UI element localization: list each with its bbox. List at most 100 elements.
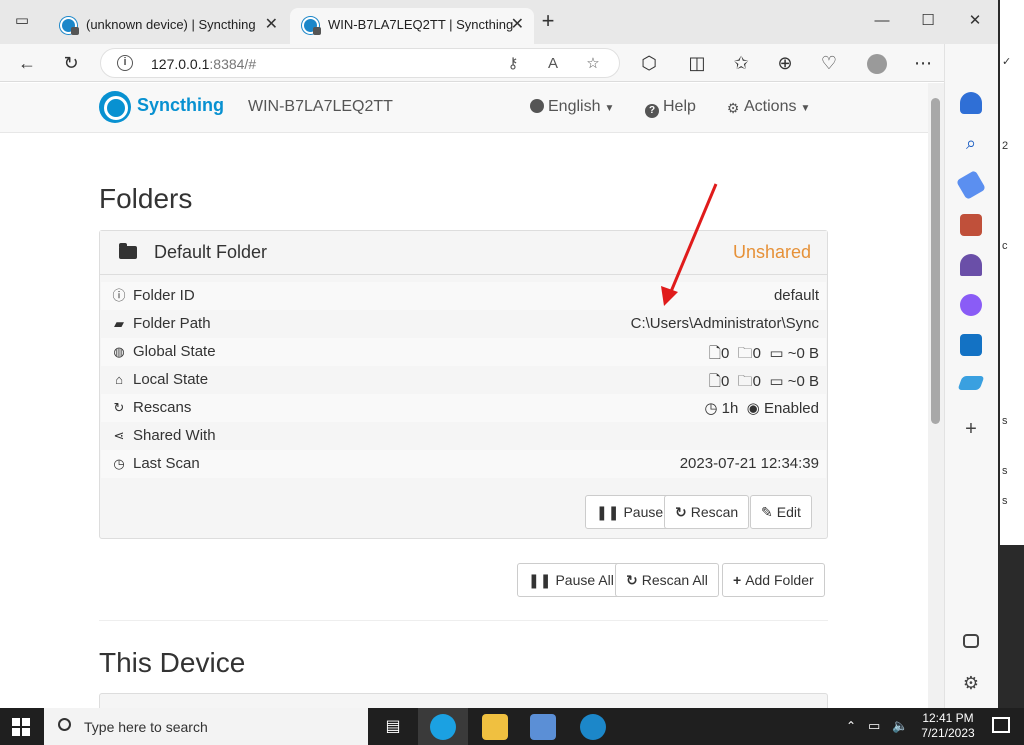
syncthing-favicon-icon — [302, 17, 321, 35]
split-screen-icon[interactable]: ◫ — [684, 50, 710, 76]
add-icon[interactable]: + — [960, 418, 982, 440]
browser-essentials-icon[interactable]: ♡ — [816, 50, 842, 76]
more-menu-icon[interactable]: ⋯ — [910, 50, 936, 76]
read-aloud-icon[interactable]: A — [541, 51, 565, 77]
tab-device-active[interactable]: WIN-B7LA7LEQ2TT | Syncthing ✕ — [290, 8, 534, 44]
folder-open-icon: ▰ — [114, 316, 124, 331]
search-placeholder: Type here to search — [84, 719, 208, 735]
last-scan-row: ◷ Last Scan 2023-07-21 12:34:39 — [101, 450, 826, 478]
search-icon — [58, 718, 71, 731]
row-value: 🗋0 🗀0 ▭ ~0 B — [708, 345, 819, 362]
bell-icon[interactable] — [960, 92, 982, 114]
gear-icon: ⚙ — [726, 100, 740, 116]
tab-actions-icon[interactable]: ▭ — [10, 10, 34, 32]
extensions-icon[interactable]: ⬡ — [636, 50, 662, 76]
syncthing-navbar: Syncthing WIN-B7LA7LEQ2TT English ▼ ? Help… — [0, 83, 928, 133]
outlook-icon[interactable] — [960, 334, 982, 356]
show-hidden-icons-icon[interactable]: ⌃ — [846, 719, 856, 733]
new-tab-button[interactable]: + — [536, 10, 560, 32]
eye-icon: ◉ — [746, 400, 760, 417]
plus-icon: + — [733, 572, 742, 588]
minimize-button[interactable]: — — [870, 10, 894, 32]
pause-icon: ❚❚ — [596, 504, 620, 520]
folder-status: Unshared — [732, 242, 811, 262]
language-menu[interactable]: English ▼ — [530, 98, 614, 116]
file-explorer-icon[interactable] — [482, 714, 508, 740]
windows-start-icon[interactable] — [12, 718, 30, 736]
local-state-row: ⌂ Local State 🗋0 🗀0 ▭ ~0 B — [101, 366, 826, 394]
windows-taskbar: Type here to search ▤ ⌃ ▭ 🔈 12:41 PM 7/2… — [0, 708, 1024, 745]
pause-button[interactable]: ❚❚ Pause — [585, 495, 675, 529]
drive-icon: ▭ — [769, 345, 784, 362]
scrollbar-thumb[interactable] — [931, 98, 940, 424]
device-name: WIN-B7LA7LEQ2TT — [248, 98, 393, 115]
settings-gear-icon[interactable]: ⚙ — [960, 672, 982, 694]
edge-taskbar-item[interactable] — [418, 708, 468, 745]
row-value: ◷ 1h ◉ Enabled — [704, 400, 819, 417]
notifications-icon[interactable] — [992, 717, 1010, 733]
maximize-button[interactable]: ☐ — [916, 10, 940, 32]
add-folder-button[interactable]: + Add Folder — [722, 563, 825, 597]
collections-icon[interactable]: ⊕ — [772, 50, 798, 76]
syncthing-tray-icon[interactable] — [580, 714, 606, 740]
row-label: Rescans — [133, 399, 192, 416]
favorites-icon[interactable]: ✩ — [728, 50, 754, 76]
browser-tab-bar: ▭ (unknown device) | Syncthing ✕ WIN-B7L… — [0, 0, 998, 44]
shopping-tag-icon[interactable] — [955, 169, 987, 201]
key-icon[interactable]: ⚷ — [501, 51, 525, 77]
help-link[interactable]: ? Help — [645, 98, 696, 118]
drive-icon: ▭ — [769, 373, 784, 390]
syncthing-page: Syncthing WIN-B7LA7LEQ2TT English ▼ ? Help… — [0, 83, 928, 708]
send-icon[interactable] — [957, 376, 985, 390]
site-info-icon[interactable]: i — [117, 55, 133, 71]
folder-icon: 🗀 — [737, 373, 753, 390]
row-label: Shared With — [133, 427, 216, 444]
games-icon[interactable] — [960, 254, 982, 276]
search-icon[interactable]: ⌕ — [960, 132, 982, 154]
tab-close-icon[interactable]: ✕ — [265, 8, 278, 42]
info-icon: ⓘ — [112, 288, 126, 303]
network-icon[interactable]: ▭ — [868, 718, 880, 734]
file-icon: 🗋 — [708, 373, 721, 390]
pause-icon: ❚❚ — [528, 572, 552, 588]
this-device-heading: This Device — [99, 647, 246, 678]
rescan-all-button[interactable]: ↻ Rescan All — [615, 563, 719, 597]
browser-toolbar: ← ↻ i 127.0.0.1:8384/# ⚷ A ☆ ⬡ ◫ ✩ ⊕ ♡ ⋯… — [0, 44, 998, 82]
folder-icon — [119, 243, 137, 259]
volume-icon[interactable]: 🔈 — [892, 718, 908, 734]
office-icon[interactable] — [960, 294, 982, 316]
tab-title: WIN-B7LA7LEQ2TT | Syncthing — [328, 17, 514, 32]
folders-heading: Folders — [99, 183, 193, 214]
brand-name[interactable]: Syncthing — [137, 95, 224, 116]
task-view-icon[interactable]: ▤ — [380, 714, 406, 740]
back-arrow-icon[interactable]: ← — [14, 50, 40, 76]
reload-icon[interactable]: ↻ — [58, 50, 84, 76]
url-text[interactable]: 127.0.0.1:8384/# — [151, 49, 256, 79]
tab-close-icon[interactable]: ✕ — [511, 8, 524, 42]
taskbar-search-box[interactable]: Type here to search — [44, 708, 368, 745]
clock-icon: ◷ — [704, 400, 718, 417]
syncthing-logo-icon[interactable] — [99, 91, 131, 123]
this-device-panel — [99, 693, 828, 708]
close-window-button[interactable]: ✕ — [963, 10, 987, 32]
tools-icon[interactable] — [960, 214, 982, 236]
tab-unknown-device[interactable]: (unknown device) | Syncthing ✕ — [48, 8, 288, 44]
server-manager-icon[interactable] — [530, 714, 556, 740]
address-bar[interactable]: i 127.0.0.1:8384/# ⚷ A ☆ — [100, 48, 620, 78]
favorite-star-icon[interactable]: ☆ — [581, 51, 605, 77]
sidebar-toggle-icon[interactable] — [963, 634, 979, 648]
rescans-row: ↻ Rescans ◷ 1h ◉ Enabled — [101, 394, 826, 422]
shared-with-row: ⋖ Shared With — [101, 422, 826, 450]
clock-date: 7/21/2023 — [921, 726, 975, 740]
pencil-icon: ✎ — [761, 504, 773, 520]
rescan-button[interactable]: ↻ Rescan — [664, 495, 750, 529]
actions-menu[interactable]: ⚙ Actions ▼ — [726, 98, 811, 116]
refresh-icon: ↻ — [675, 504, 687, 520]
file-icon: 🗋 — [708, 345, 721, 362]
taskbar-clock[interactable]: 12:41 PM 7/21/2023 — [910, 711, 986, 741]
row-value: C:\Users\Administrator\Sync — [630, 315, 819, 332]
clock-icon: ◷ — [113, 456, 125, 471]
edit-button[interactable]: ✎ Edit — [750, 495, 812, 529]
profile-avatar-icon[interactable] — [864, 50, 890, 76]
pause-all-button[interactable]: ❚❚ Pause All — [517, 563, 625, 597]
